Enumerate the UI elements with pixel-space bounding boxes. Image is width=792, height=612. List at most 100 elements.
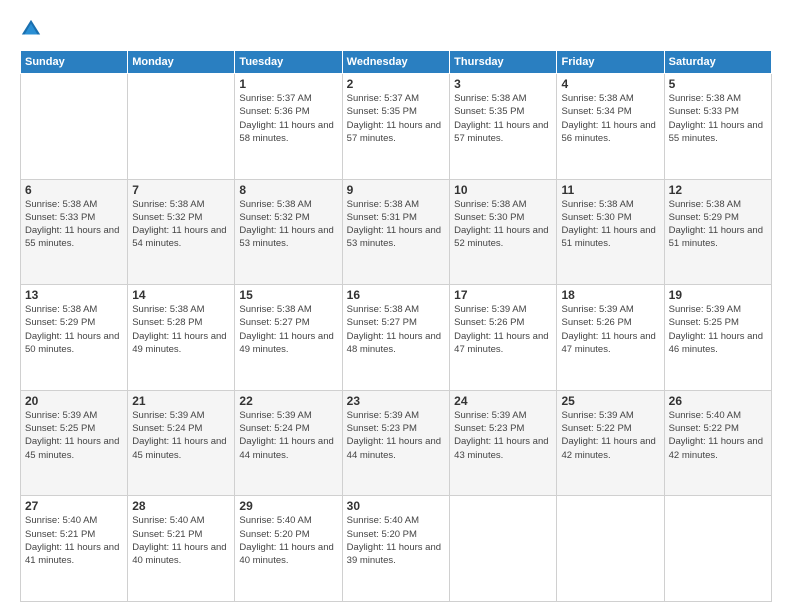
day-number: 15: [239, 288, 337, 302]
day-cell: 3Sunrise: 5:38 AM Sunset: 5:35 PM Daylig…: [450, 74, 557, 180]
calendar-header: SundayMondayTuesdayWednesdayThursdayFrid…: [21, 51, 772, 74]
day-number: 21: [132, 394, 230, 408]
week-row-3: 13Sunrise: 5:38 AM Sunset: 5:29 PM Dayli…: [21, 285, 772, 391]
day-cell: 12Sunrise: 5:38 AM Sunset: 5:29 PM Dayli…: [664, 179, 771, 285]
day-cell: 9Sunrise: 5:38 AM Sunset: 5:31 PM Daylig…: [342, 179, 449, 285]
day-cell: 26Sunrise: 5:40 AM Sunset: 5:22 PM Dayli…: [664, 390, 771, 496]
day-info: Sunrise: 5:38 AM Sunset: 5:31 PM Dayligh…: [347, 198, 445, 251]
day-info: Sunrise: 5:39 AM Sunset: 5:25 PM Dayligh…: [669, 303, 767, 356]
calendar-body: 1Sunrise: 5:37 AM Sunset: 5:36 PM Daylig…: [21, 74, 772, 602]
week-row-4: 20Sunrise: 5:39 AM Sunset: 5:25 PM Dayli…: [21, 390, 772, 496]
day-info: Sunrise: 5:40 AM Sunset: 5:21 PM Dayligh…: [25, 514, 123, 567]
day-info: Sunrise: 5:40 AM Sunset: 5:21 PM Dayligh…: [132, 514, 230, 567]
day-cell: 13Sunrise: 5:38 AM Sunset: 5:29 PM Dayli…: [21, 285, 128, 391]
day-info: Sunrise: 5:38 AM Sunset: 5:29 PM Dayligh…: [25, 303, 123, 356]
day-cell: 24Sunrise: 5:39 AM Sunset: 5:23 PM Dayli…: [450, 390, 557, 496]
header-cell-sunday: Sunday: [21, 51, 128, 74]
day-info: Sunrise: 5:40 AM Sunset: 5:20 PM Dayligh…: [239, 514, 337, 567]
day-number: 27: [25, 499, 123, 513]
day-info: Sunrise: 5:37 AM Sunset: 5:36 PM Dayligh…: [239, 92, 337, 145]
header-cell-monday: Monday: [128, 51, 235, 74]
day-cell: 22Sunrise: 5:39 AM Sunset: 5:24 PM Dayli…: [235, 390, 342, 496]
day-info: Sunrise: 5:39 AM Sunset: 5:26 PM Dayligh…: [454, 303, 552, 356]
day-cell: 5Sunrise: 5:38 AM Sunset: 5:33 PM Daylig…: [664, 74, 771, 180]
day-info: Sunrise: 5:39 AM Sunset: 5:26 PM Dayligh…: [561, 303, 659, 356]
day-info: Sunrise: 5:38 AM Sunset: 5:32 PM Dayligh…: [239, 198, 337, 251]
calendar-table: SundayMondayTuesdayWednesdayThursdayFrid…: [20, 50, 772, 602]
header-cell-tuesday: Tuesday: [235, 51, 342, 74]
day-number: 12: [669, 183, 767, 197]
day-number: 3: [454, 77, 552, 91]
day-cell: [21, 74, 128, 180]
day-cell: 17Sunrise: 5:39 AM Sunset: 5:26 PM Dayli…: [450, 285, 557, 391]
day-cell: 27Sunrise: 5:40 AM Sunset: 5:21 PM Dayli…: [21, 496, 128, 602]
day-number: 6: [25, 183, 123, 197]
day-cell: 11Sunrise: 5:38 AM Sunset: 5:30 PM Dayli…: [557, 179, 664, 285]
day-info: Sunrise: 5:38 AM Sunset: 5:30 PM Dayligh…: [561, 198, 659, 251]
day-info: Sunrise: 5:37 AM Sunset: 5:35 PM Dayligh…: [347, 92, 445, 145]
day-number: 5: [669, 77, 767, 91]
day-cell: 25Sunrise: 5:39 AM Sunset: 5:22 PM Dayli…: [557, 390, 664, 496]
day-number: 14: [132, 288, 230, 302]
day-cell: [450, 496, 557, 602]
logo-icon: [20, 18, 42, 40]
day-cell: 1Sunrise: 5:37 AM Sunset: 5:36 PM Daylig…: [235, 74, 342, 180]
day-info: Sunrise: 5:38 AM Sunset: 5:35 PM Dayligh…: [454, 92, 552, 145]
day-info: Sunrise: 5:39 AM Sunset: 5:24 PM Dayligh…: [239, 409, 337, 462]
week-row-2: 6Sunrise: 5:38 AM Sunset: 5:33 PM Daylig…: [21, 179, 772, 285]
day-info: Sunrise: 5:39 AM Sunset: 5:22 PM Dayligh…: [561, 409, 659, 462]
day-number: 4: [561, 77, 659, 91]
day-cell: [128, 74, 235, 180]
day-number: 1: [239, 77, 337, 91]
day-cell: 2Sunrise: 5:37 AM Sunset: 5:35 PM Daylig…: [342, 74, 449, 180]
day-info: Sunrise: 5:38 AM Sunset: 5:34 PM Dayligh…: [561, 92, 659, 145]
day-number: 20: [25, 394, 123, 408]
day-cell: [557, 496, 664, 602]
day-cell: 19Sunrise: 5:39 AM Sunset: 5:25 PM Dayli…: [664, 285, 771, 391]
day-cell: 7Sunrise: 5:38 AM Sunset: 5:32 PM Daylig…: [128, 179, 235, 285]
day-info: Sunrise: 5:39 AM Sunset: 5:23 PM Dayligh…: [347, 409, 445, 462]
day-info: Sunrise: 5:38 AM Sunset: 5:27 PM Dayligh…: [347, 303, 445, 356]
day-number: 7: [132, 183, 230, 197]
header-cell-friday: Friday: [557, 51, 664, 74]
day-number: 29: [239, 499, 337, 513]
day-number: 8: [239, 183, 337, 197]
header: [20, 18, 772, 40]
day-cell: 21Sunrise: 5:39 AM Sunset: 5:24 PM Dayli…: [128, 390, 235, 496]
day-number: 17: [454, 288, 552, 302]
day-cell: 16Sunrise: 5:38 AM Sunset: 5:27 PM Dayli…: [342, 285, 449, 391]
page: SundayMondayTuesdayWednesdayThursdayFrid…: [0, 0, 792, 612]
week-row-1: 1Sunrise: 5:37 AM Sunset: 5:36 PM Daylig…: [21, 74, 772, 180]
day-info: Sunrise: 5:39 AM Sunset: 5:24 PM Dayligh…: [132, 409, 230, 462]
day-number: 16: [347, 288, 445, 302]
day-number: 2: [347, 77, 445, 91]
day-number: 28: [132, 499, 230, 513]
day-cell: 18Sunrise: 5:39 AM Sunset: 5:26 PM Dayli…: [557, 285, 664, 391]
day-cell: 4Sunrise: 5:38 AM Sunset: 5:34 PM Daylig…: [557, 74, 664, 180]
logo: [20, 18, 44, 40]
header-row: SundayMondayTuesdayWednesdayThursdayFrid…: [21, 51, 772, 74]
day-info: Sunrise: 5:39 AM Sunset: 5:23 PM Dayligh…: [454, 409, 552, 462]
day-number: 9: [347, 183, 445, 197]
day-info: Sunrise: 5:38 AM Sunset: 5:32 PM Dayligh…: [132, 198, 230, 251]
day-info: Sunrise: 5:38 AM Sunset: 5:29 PM Dayligh…: [669, 198, 767, 251]
day-number: 22: [239, 394, 337, 408]
day-cell: 6Sunrise: 5:38 AM Sunset: 5:33 PM Daylig…: [21, 179, 128, 285]
day-info: Sunrise: 5:38 AM Sunset: 5:28 PM Dayligh…: [132, 303, 230, 356]
day-number: 18: [561, 288, 659, 302]
day-info: Sunrise: 5:38 AM Sunset: 5:27 PM Dayligh…: [239, 303, 337, 356]
day-cell: 8Sunrise: 5:38 AM Sunset: 5:32 PM Daylig…: [235, 179, 342, 285]
day-cell: 20Sunrise: 5:39 AM Sunset: 5:25 PM Dayli…: [21, 390, 128, 496]
day-cell: 15Sunrise: 5:38 AM Sunset: 5:27 PM Dayli…: [235, 285, 342, 391]
day-cell: 10Sunrise: 5:38 AM Sunset: 5:30 PM Dayli…: [450, 179, 557, 285]
day-info: Sunrise: 5:40 AM Sunset: 5:22 PM Dayligh…: [669, 409, 767, 462]
day-number: 24: [454, 394, 552, 408]
day-cell: 28Sunrise: 5:40 AM Sunset: 5:21 PM Dayli…: [128, 496, 235, 602]
header-cell-thursday: Thursday: [450, 51, 557, 74]
day-number: 23: [347, 394, 445, 408]
day-number: 11: [561, 183, 659, 197]
day-cell: 29Sunrise: 5:40 AM Sunset: 5:20 PM Dayli…: [235, 496, 342, 602]
day-cell: [664, 496, 771, 602]
day-cell: 14Sunrise: 5:38 AM Sunset: 5:28 PM Dayli…: [128, 285, 235, 391]
day-number: 13: [25, 288, 123, 302]
